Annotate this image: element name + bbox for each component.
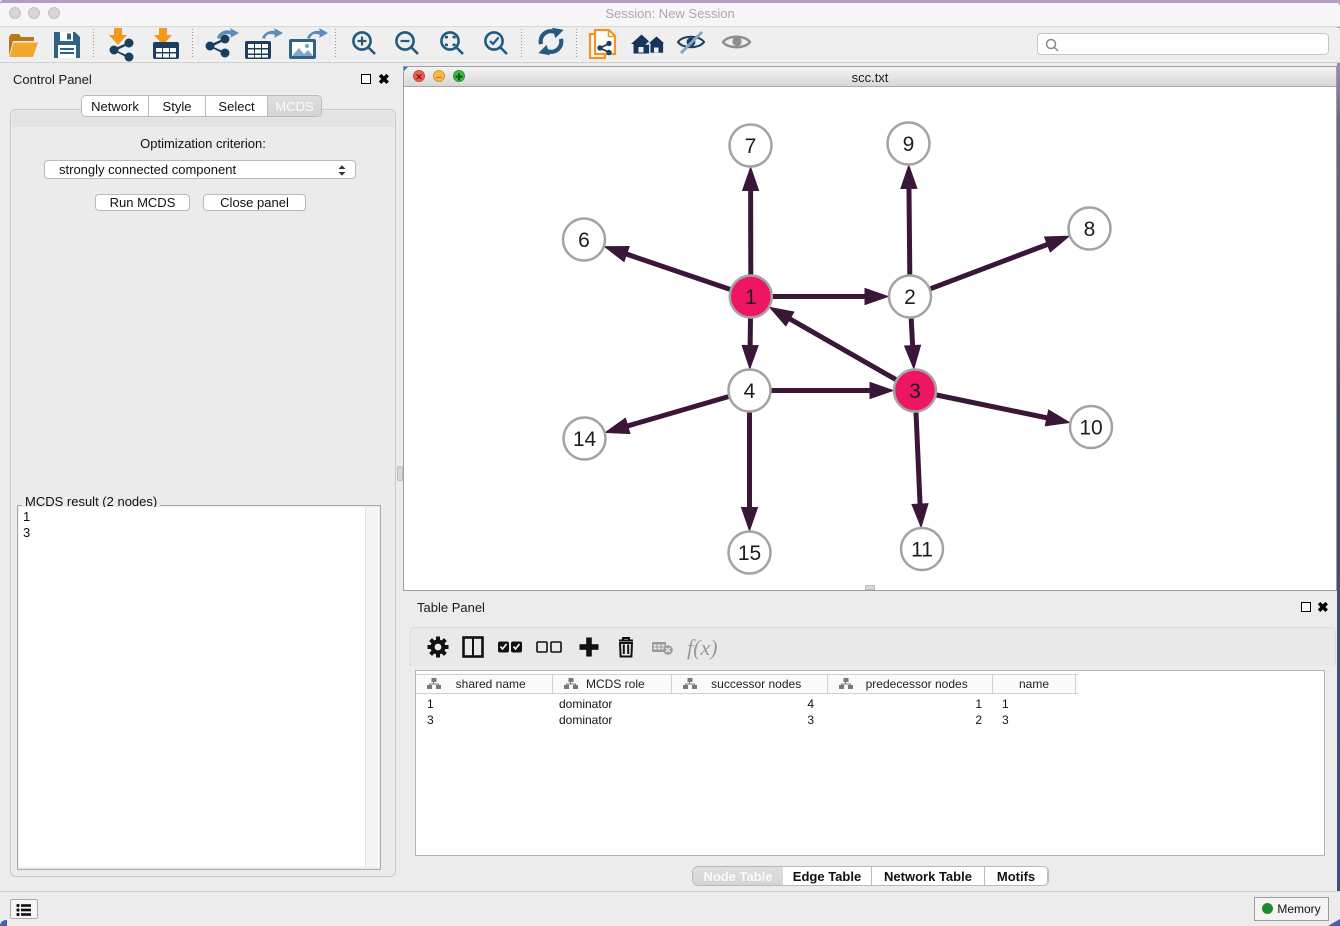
- svg-text:9: 9: [903, 133, 915, 156]
- svg-text:11: 11: [911, 539, 933, 562]
- svg-text:1: 1: [745, 286, 757, 309]
- svg-text:2: 2: [904, 286, 916, 309]
- svg-text:4: 4: [744, 380, 756, 403]
- svg-text:3: 3: [909, 380, 921, 403]
- svg-text:15: 15: [738, 542, 761, 565]
- svg-text:f(x): f(x): [687, 635, 718, 660]
- svg-text:6: 6: [578, 229, 590, 252]
- svg-text:8: 8: [1084, 218, 1096, 241]
- svg-text:14: 14: [573, 428, 597, 451]
- svg-text:10: 10: [1079, 417, 1102, 440]
- svg-text:7: 7: [745, 135, 757, 158]
